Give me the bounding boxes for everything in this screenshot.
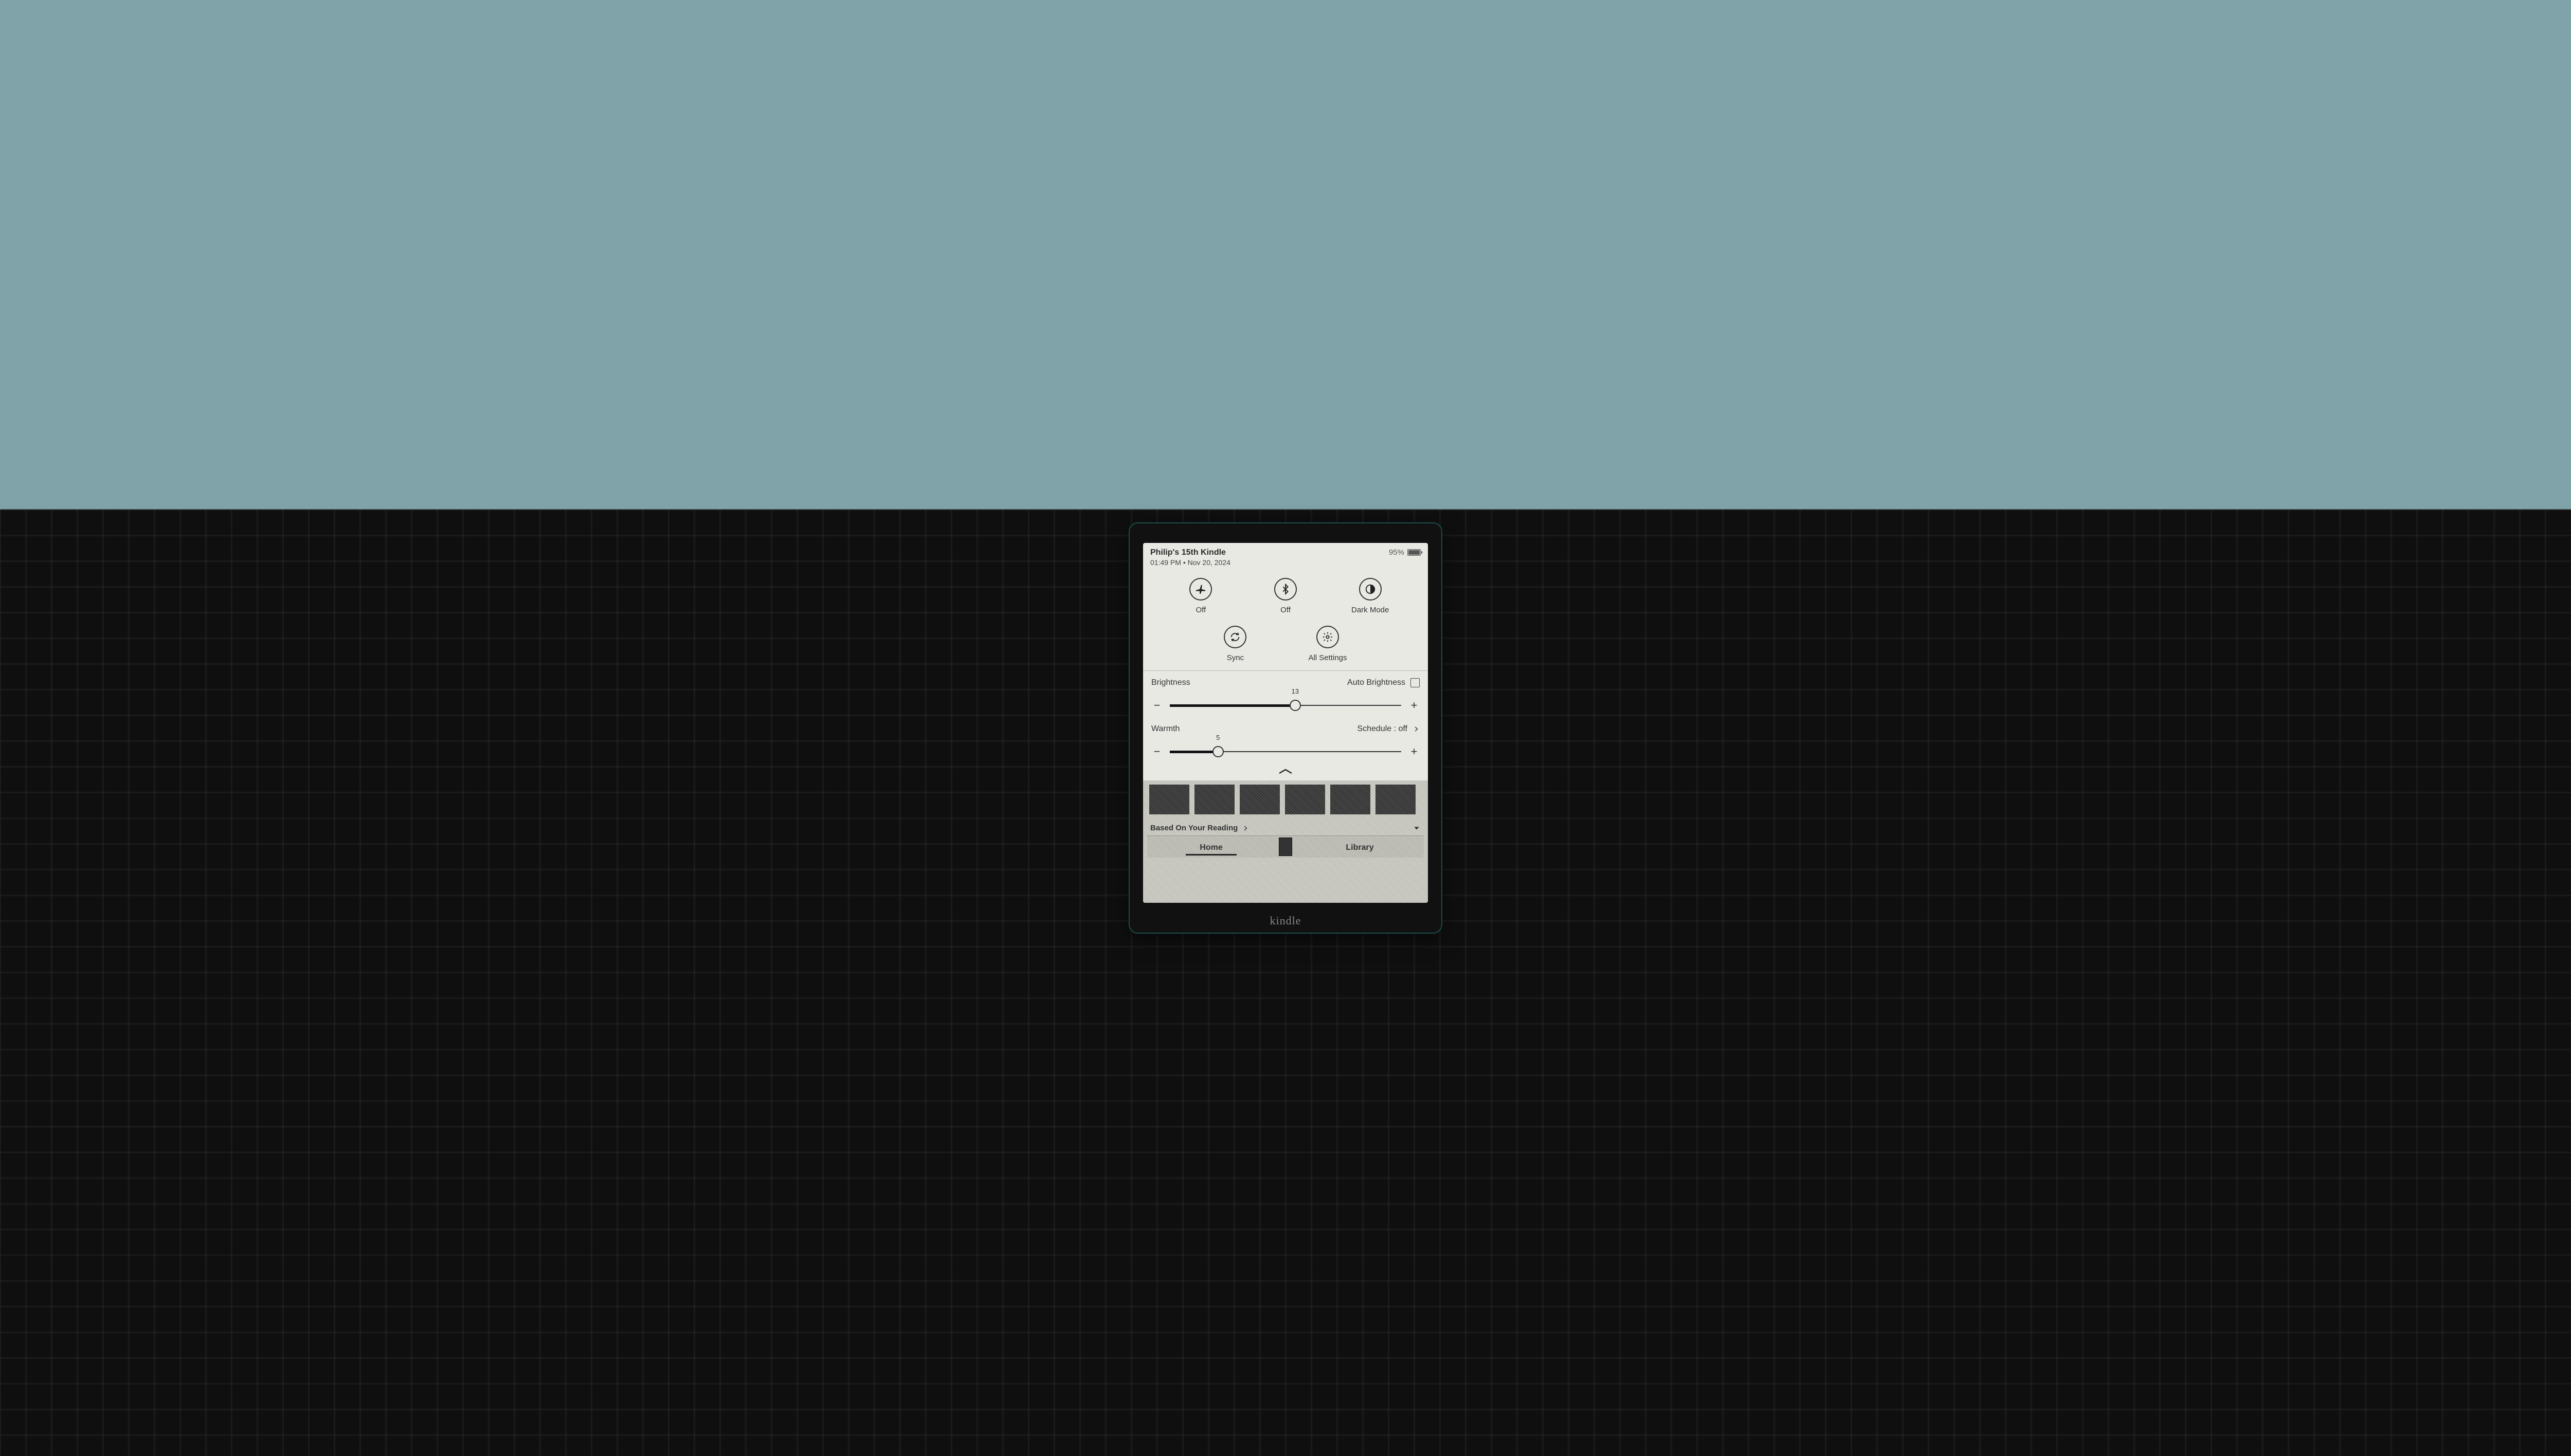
brightness-value: 13 bbox=[1292, 687, 1299, 695]
based-on-reading-link[interactable]: Based On Your Reading bbox=[1150, 824, 1249, 832]
book-cover[interactable] bbox=[1375, 785, 1416, 814]
warmth-schedule-button[interactable]: Schedule : off bbox=[1357, 724, 1420, 734]
sync-button[interactable]: Sync bbox=[1224, 626, 1246, 662]
warmth-value: 5 bbox=[1216, 734, 1220, 741]
battery-percent: 95% bbox=[1389, 548, 1404, 557]
bluetooth-icon bbox=[1274, 578, 1297, 600]
clock-date: 01:49 PM • Nov 20, 2024 bbox=[1150, 558, 1230, 567]
chevron-right-icon bbox=[1413, 725, 1420, 733]
airplane-toggle[interactable]: Off bbox=[1158, 578, 1243, 614]
home-shelf: Based On Your Reading Home Library bbox=[1143, 780, 1428, 903]
brand-label: kindle bbox=[1129, 914, 1442, 927]
brightness-section: Brightness Auto Brightness − 13 + bbox=[1143, 671, 1428, 717]
warmth-section: Warmth Schedule : off − 5 + bbox=[1143, 717, 1428, 763]
warmth-minus-button[interactable]: − bbox=[1151, 745, 1163, 758]
device-bezel: Philip's 15th Kindle 01:49 PM • Nov 20, … bbox=[1129, 522, 1442, 934]
all-settings-button[interactable]: All Settings bbox=[1308, 626, 1347, 662]
screen: Philip's 15th Kindle 01:49 PM • Nov 20, … bbox=[1143, 543, 1428, 903]
book-cover[interactable] bbox=[1330, 785, 1370, 814]
darkmode-toggle[interactable]: Dark Mode bbox=[1328, 578, 1413, 614]
darkmode-icon bbox=[1359, 578, 1382, 600]
device-name: Philip's 15th Kindle bbox=[1150, 548, 1230, 557]
brightness-minus-button[interactable]: − bbox=[1151, 699, 1163, 712]
current-book-cover bbox=[1279, 838, 1292, 856]
collapse-panel-button[interactable] bbox=[1143, 763, 1428, 780]
airplane-icon bbox=[1189, 578, 1212, 600]
shelf-section-title: Based On Your Reading bbox=[1150, 824, 1238, 832]
book-covers-row[interactable] bbox=[1147, 785, 1424, 814]
warmth-title: Warmth bbox=[1151, 724, 1180, 734]
sync-label: Sync bbox=[1227, 653, 1244, 662]
battery-icon bbox=[1407, 549, 1421, 556]
caret-down-icon[interactable] bbox=[1413, 824, 1421, 832]
bottom-nav: Home Library bbox=[1147, 835, 1424, 858]
darkmode-label: Dark Mode bbox=[1351, 606, 1389, 614]
status-bar: Philip's 15th Kindle 01:49 PM • Nov 20, … bbox=[1143, 543, 1428, 569]
nav-home[interactable]: Home bbox=[1147, 836, 1275, 858]
chevron-right-icon bbox=[1242, 825, 1249, 832]
book-cover[interactable] bbox=[1240, 785, 1280, 814]
warmth-plus-button[interactable]: + bbox=[1408, 745, 1420, 758]
book-cover[interactable] bbox=[1285, 785, 1325, 814]
brightness-plus-button[interactable]: + bbox=[1408, 699, 1420, 712]
brightness-slider[interactable]: 13 bbox=[1170, 705, 1401, 706]
book-cover[interactable] bbox=[1149, 785, 1189, 814]
bluetooth-toggle[interactable]: Off bbox=[1243, 578, 1328, 614]
gear-icon bbox=[1316, 626, 1339, 648]
chevron-up-icon bbox=[1278, 768, 1293, 775]
nav-current-book[interactable] bbox=[1275, 836, 1296, 858]
auto-brightness-label: Auto Brightness bbox=[1347, 678, 1405, 687]
auto-brightness-toggle[interactable]: Auto Brightness bbox=[1347, 678, 1420, 687]
nav-library[interactable]: Library bbox=[1296, 836, 1424, 858]
bluetooth-label: Off bbox=[1280, 606, 1291, 614]
book-cover[interactable] bbox=[1194, 785, 1235, 814]
airplane-label: Off bbox=[1196, 606, 1206, 614]
auto-brightness-checkbox[interactable] bbox=[1410, 678, 1420, 687]
warmth-slider[interactable]: 5 bbox=[1170, 751, 1401, 752]
sync-icon bbox=[1224, 626, 1246, 648]
warmth-schedule-label: Schedule : off bbox=[1357, 724, 1407, 734]
settings-label: All Settings bbox=[1308, 653, 1347, 662]
brightness-title: Brightness bbox=[1151, 678, 1190, 687]
quick-toggles: Off Off Dark Mode Sync bbox=[1143, 569, 1428, 668]
